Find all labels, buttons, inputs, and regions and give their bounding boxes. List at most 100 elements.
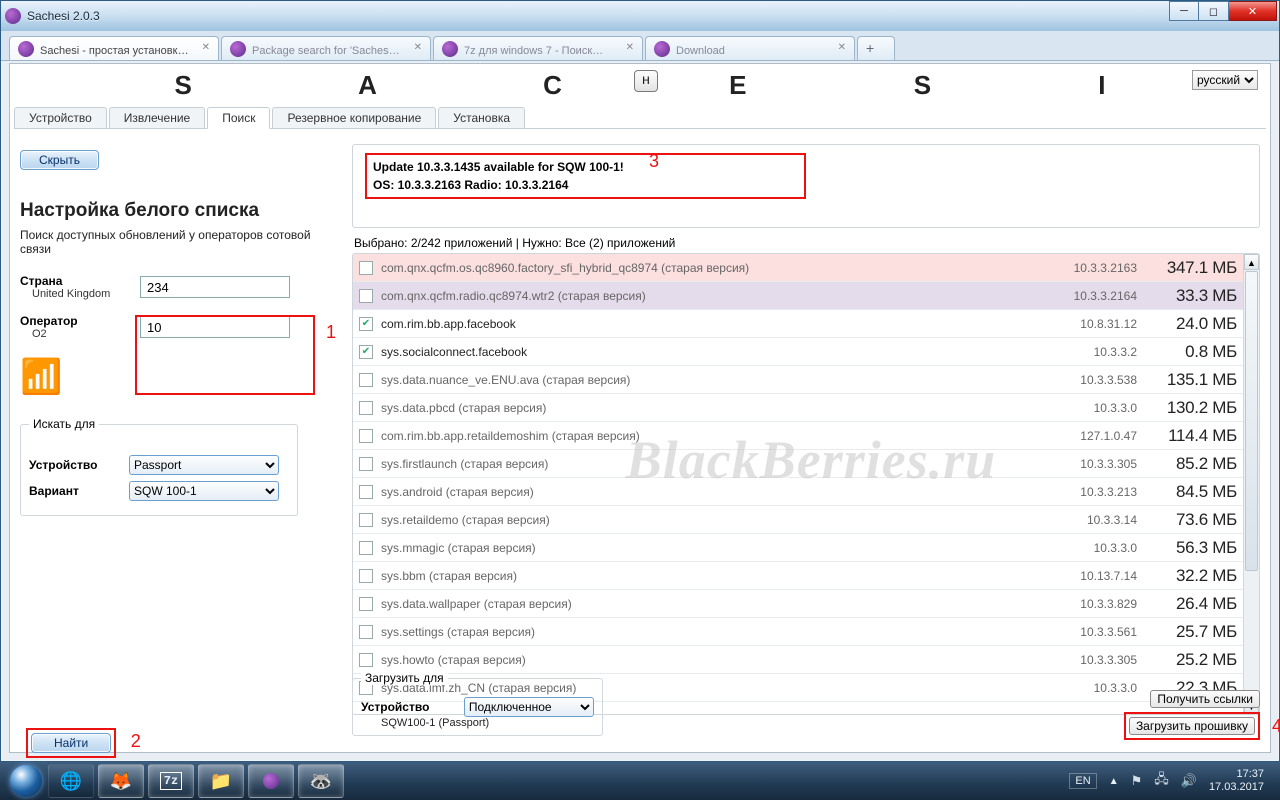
main-tab[interactable]: Поиск: [207, 107, 270, 129]
variant-select[interactable]: SQW 100-1: [129, 481, 279, 501]
device-select[interactable]: Passport: [129, 455, 279, 475]
app-list-row[interactable]: sys.howto (старая версия)10.3.3.30525.2 …: [353, 646, 1243, 674]
row-checkbox[interactable]: [359, 261, 373, 275]
app-list-row[interactable]: sys.bbm (старая версия)10.13.7.1432.2 МБ: [353, 562, 1243, 590]
app-list-row[interactable]: ✔com.rim.bb.app.facebook10.8.31.1224.0 М…: [353, 310, 1243, 338]
browser-tab[interactable]: Download✕: [645, 36, 855, 60]
row-version: 10.3.3.2164: [1047, 289, 1137, 303]
scrollbar[interactable]: ▲ ▼: [1243, 254, 1259, 714]
row-name: sys.data.nuance_ve.ENU.ava (старая верси…: [381, 373, 1047, 387]
start-button[interactable]: [6, 762, 46, 800]
minimize-button[interactable]: ─: [1169, 1, 1199, 21]
row-size: 32.2 МБ: [1137, 566, 1237, 586]
row-checkbox[interactable]: [359, 429, 373, 443]
browser-tab[interactable]: Sachesi - простая установка…✕: [9, 36, 219, 60]
row-checkbox[interactable]: [359, 597, 373, 611]
app-list-row[interactable]: com.qnx.qcfm.os.qc8960.factory_sfi_hybri…: [353, 254, 1243, 282]
close-tab-icon[interactable]: ✕: [202, 42, 210, 53]
close-button[interactable]: ✕: [1229, 1, 1277, 21]
tray-action-center-icon[interactable]: ⚑: [1131, 773, 1143, 789]
scroll-thumb[interactable]: [1245, 271, 1258, 571]
row-checkbox[interactable]: ✔: [359, 317, 373, 331]
taskbar-gimp[interactable]: 🦝: [298, 764, 344, 798]
row-version: 10.3.3.0: [1047, 541, 1137, 555]
language-picker[interactable]: русский: [1192, 70, 1258, 90]
find-button[interactable]: Найти: [31, 733, 111, 753]
taskbar-sachesi[interactable]: [248, 764, 294, 798]
download-firmware-button[interactable]: Загрузить прошивку: [1129, 717, 1255, 735]
get-links-button[interactable]: Получить ссылки: [1150, 690, 1260, 708]
new-tab-button[interactable]: +: [857, 36, 895, 60]
taskbar[interactable]: 🌐 🦊 7z 📁 🦝 EN ▲ ⚑ 🖧 🔊 17:37 17.03.2017: [0, 762, 1280, 800]
hide-button[interactable]: Скрыть: [20, 150, 99, 170]
app-list-row[interactable]: sys.retaildemo (старая версия)10.3.3.147…: [353, 506, 1243, 534]
app-list-row[interactable]: com.rim.bb.app.retaildemoshim (старая ве…: [353, 422, 1243, 450]
row-checkbox[interactable]: [359, 569, 373, 583]
taskbar-chrome[interactable]: 🌐: [48, 764, 94, 798]
maximize-button[interactable]: ◻: [1199, 1, 1229, 21]
app-list-row[interactable]: sys.data.nuance_ve.ENU.ava (старая верси…: [353, 366, 1243, 394]
download-for-group: Загрузить для Устройство Подключенное SQ…: [352, 678, 603, 736]
row-size: 56.3 МБ: [1137, 538, 1237, 558]
close-tab-icon[interactable]: ✕: [414, 42, 422, 53]
tray-date: 17.03.2017: [1209, 781, 1264, 794]
annotation-1: 1: [326, 322, 336, 343]
browser-tab[interactable]: Package search for 'Sachesi'…✕: [221, 36, 431, 60]
close-tab-icon[interactable]: ✕: [626, 42, 634, 53]
app-list-row[interactable]: sys.mmagic (старая версия)10.3.3.056.3 М…: [353, 534, 1243, 562]
tray-network-icon[interactable]: 🖧: [1154, 770, 1169, 792]
tray-language[interactable]: EN: [1069, 773, 1096, 789]
download-device-select[interactable]: Подключенное: [464, 697, 594, 717]
row-checkbox[interactable]: [359, 513, 373, 527]
app-list-row[interactable]: com.qnx.qcfm.radio.qc8974.wtr2 (старая в…: [353, 282, 1243, 310]
taskbar-firefox[interactable]: 🦊: [98, 764, 144, 798]
app-list-row[interactable]: sys.android (старая версия)10.3.3.21384.…: [353, 478, 1243, 506]
row-checkbox[interactable]: [359, 653, 373, 667]
taskbar-7zip[interactable]: 7z: [148, 764, 194, 798]
row-version: 10.3.3.2163: [1047, 261, 1137, 275]
main-tabs: УстройствоИзвлечениеПоискРезервное копир…: [14, 106, 1266, 129]
row-checkbox[interactable]: [359, 541, 373, 555]
row-checkbox[interactable]: [359, 401, 373, 415]
row-size: 84.5 МБ: [1137, 482, 1237, 502]
main-tab[interactable]: Резервное копирование: [272, 107, 436, 128]
close-tab-icon[interactable]: ✕: [838, 42, 846, 53]
row-version: 127.1.0.47: [1047, 429, 1137, 443]
row-checkbox[interactable]: ✔: [359, 345, 373, 359]
app-list-row[interactable]: sys.settings (старая версия)10.3.3.56125…: [353, 618, 1243, 646]
row-size: 135.1 МБ: [1137, 370, 1237, 390]
tray-clock[interactable]: 17:37 17.03.2017: [1209, 768, 1264, 793]
titlebar[interactable]: Sachesi 2.0.3 ─ ◻ ✕: [1, 1, 1279, 31]
language-select[interactable]: русский: [1192, 70, 1258, 90]
row-checkbox[interactable]: [359, 485, 373, 499]
tray-volume-icon[interactable]: 🔊: [1181, 773, 1197, 789]
selection-info: Выбрано: 2/242 приложений | Нужно: Все (…: [354, 236, 1260, 250]
system-tray[interactable]: EN ▲ ⚑ 🖧 🔊 17:37 17.03.2017: [1069, 768, 1274, 793]
row-size: 114.4 МБ: [1137, 426, 1237, 446]
row-checkbox[interactable]: [359, 625, 373, 639]
row-size: 130.2 МБ: [1137, 398, 1237, 418]
app-list-row[interactable]: sys.firstlaunch (старая версия)10.3.3.30…: [353, 450, 1243, 478]
main-tab[interactable]: Установка: [438, 107, 525, 128]
browser-tabstrip: Sachesi - простая установка…✕Package sea…: [1, 31, 1279, 61]
row-checkbox[interactable]: [359, 373, 373, 387]
country-input[interactable]: [140, 276, 290, 298]
operator-input[interactable]: [140, 316, 290, 338]
app-icon: [5, 8, 21, 24]
row-name: sys.retaildemo (старая версия): [381, 513, 1047, 527]
main-tab[interactable]: Извлечение: [109, 107, 205, 128]
row-checkbox[interactable]: [359, 457, 373, 471]
scroll-up-icon[interactable]: ▲: [1244, 254, 1259, 270]
tray-time: 17:37: [1209, 768, 1264, 781]
main-tab[interactable]: Устройство: [14, 107, 107, 128]
app-list-row[interactable]: sys.data.pbcd (старая версия)10.3.3.0130…: [353, 394, 1243, 422]
browser-tab[interactable]: 7z для windows 7 - Поиск…✕: [433, 36, 643, 60]
taskbar-explorer[interactable]: 📁: [198, 764, 244, 798]
row-version: 10.3.3.305: [1047, 653, 1137, 667]
app-list-row[interactable]: ✔sys.socialconnect.facebook10.3.3.20.8 М…: [353, 338, 1243, 366]
row-checkbox[interactable]: [359, 289, 373, 303]
brand-center-button[interactable]: н: [634, 70, 658, 92]
app-list-row[interactable]: sys.data.wallpaper (старая версия)10.3.3…: [353, 590, 1243, 618]
row-version: 10.8.31.12: [1047, 317, 1137, 331]
tray-overflow-icon[interactable]: ▲: [1109, 776, 1119, 787]
